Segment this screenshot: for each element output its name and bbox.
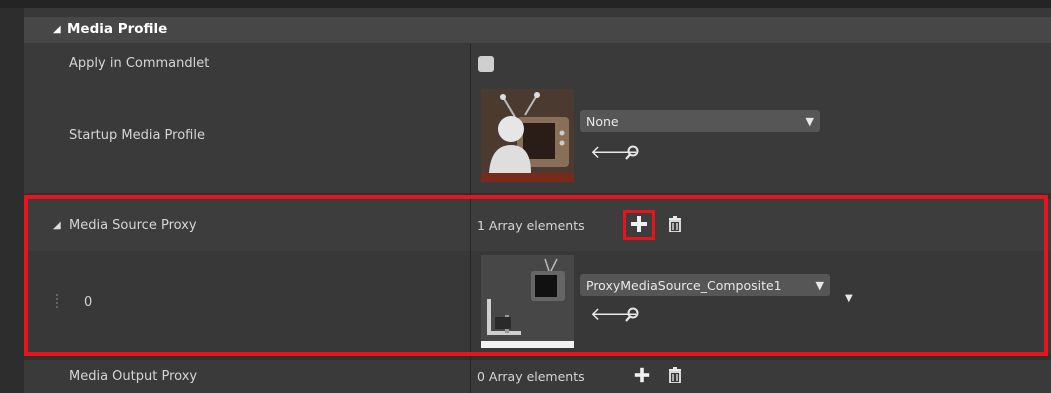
media-source-proxy-label: Media Source Proxy bbox=[69, 218, 197, 233]
add-element-plus-icon[interactable] bbox=[629, 214, 649, 238]
apply-in-commandlet-label: Apply in Commandlet bbox=[69, 56, 210, 71]
proxy-media-source-thumbnail[interactable] bbox=[481, 255, 574, 348]
collapse-triangle-icon[interactable]: ◢ bbox=[53, 220, 61, 231]
add-element-plus-icon[interactable] bbox=[633, 366, 651, 388]
media-source-proxy-array-count: 1 Array elements bbox=[477, 218, 585, 233]
array-element-index: 0 bbox=[84, 295, 93, 310]
media-profile-tv-person-icon bbox=[481, 89, 574, 182]
proxy-media-source-icon bbox=[481, 255, 574, 348]
delete-all-trash-icon[interactable] bbox=[668, 367, 682, 387]
row-separator bbox=[24, 193, 1051, 199]
top-strip bbox=[0, 0, 1051, 8]
row-separator bbox=[24, 354, 1051, 360]
media-output-proxy-label: Media Output Proxy bbox=[69, 369, 198, 384]
startup-media-profile-value: None bbox=[586, 113, 619, 129]
apply-in-commandlet-checkbox[interactable] bbox=[478, 56, 494, 72]
startup-media-profile-dropdown[interactable]: None ▼ bbox=[580, 110, 820, 132]
left-gutter bbox=[0, 8, 24, 393]
delete-all-trash-icon[interactable] bbox=[668, 216, 682, 236]
drag-handle-icon[interactable] bbox=[56, 292, 62, 310]
proxy-media-source-value: ProxyMediaSource_Composite1 bbox=[586, 277, 782, 293]
proxy-media-source-dropdown[interactable]: ProxyMediaSource_Composite1 ▼ bbox=[580, 274, 830, 296]
section-title: Media Profile bbox=[67, 21, 168, 37]
startup-media-profile-label: Startup Media Profile bbox=[69, 128, 205, 143]
chevron-down-icon: ▼ bbox=[805, 115, 814, 128]
search-icon[interactable] bbox=[624, 145, 640, 165]
media-output-proxy-array-count: 0 Array elements bbox=[477, 369, 585, 384]
startup-media-profile-thumbnail[interactable] bbox=[481, 89, 574, 182]
chevron-down-icon: ▼ bbox=[815, 279, 824, 292]
column-divider[interactable] bbox=[470, 44, 471, 393]
collapse-triangle-icon[interactable]: ◢ bbox=[53, 24, 61, 35]
element-options-chevron-down-icon[interactable]: ▼ bbox=[845, 293, 853, 304]
media-profile-section-header[interactable]: ◢ Media Profile bbox=[24, 17, 1051, 43]
search-icon[interactable] bbox=[624, 307, 640, 327]
